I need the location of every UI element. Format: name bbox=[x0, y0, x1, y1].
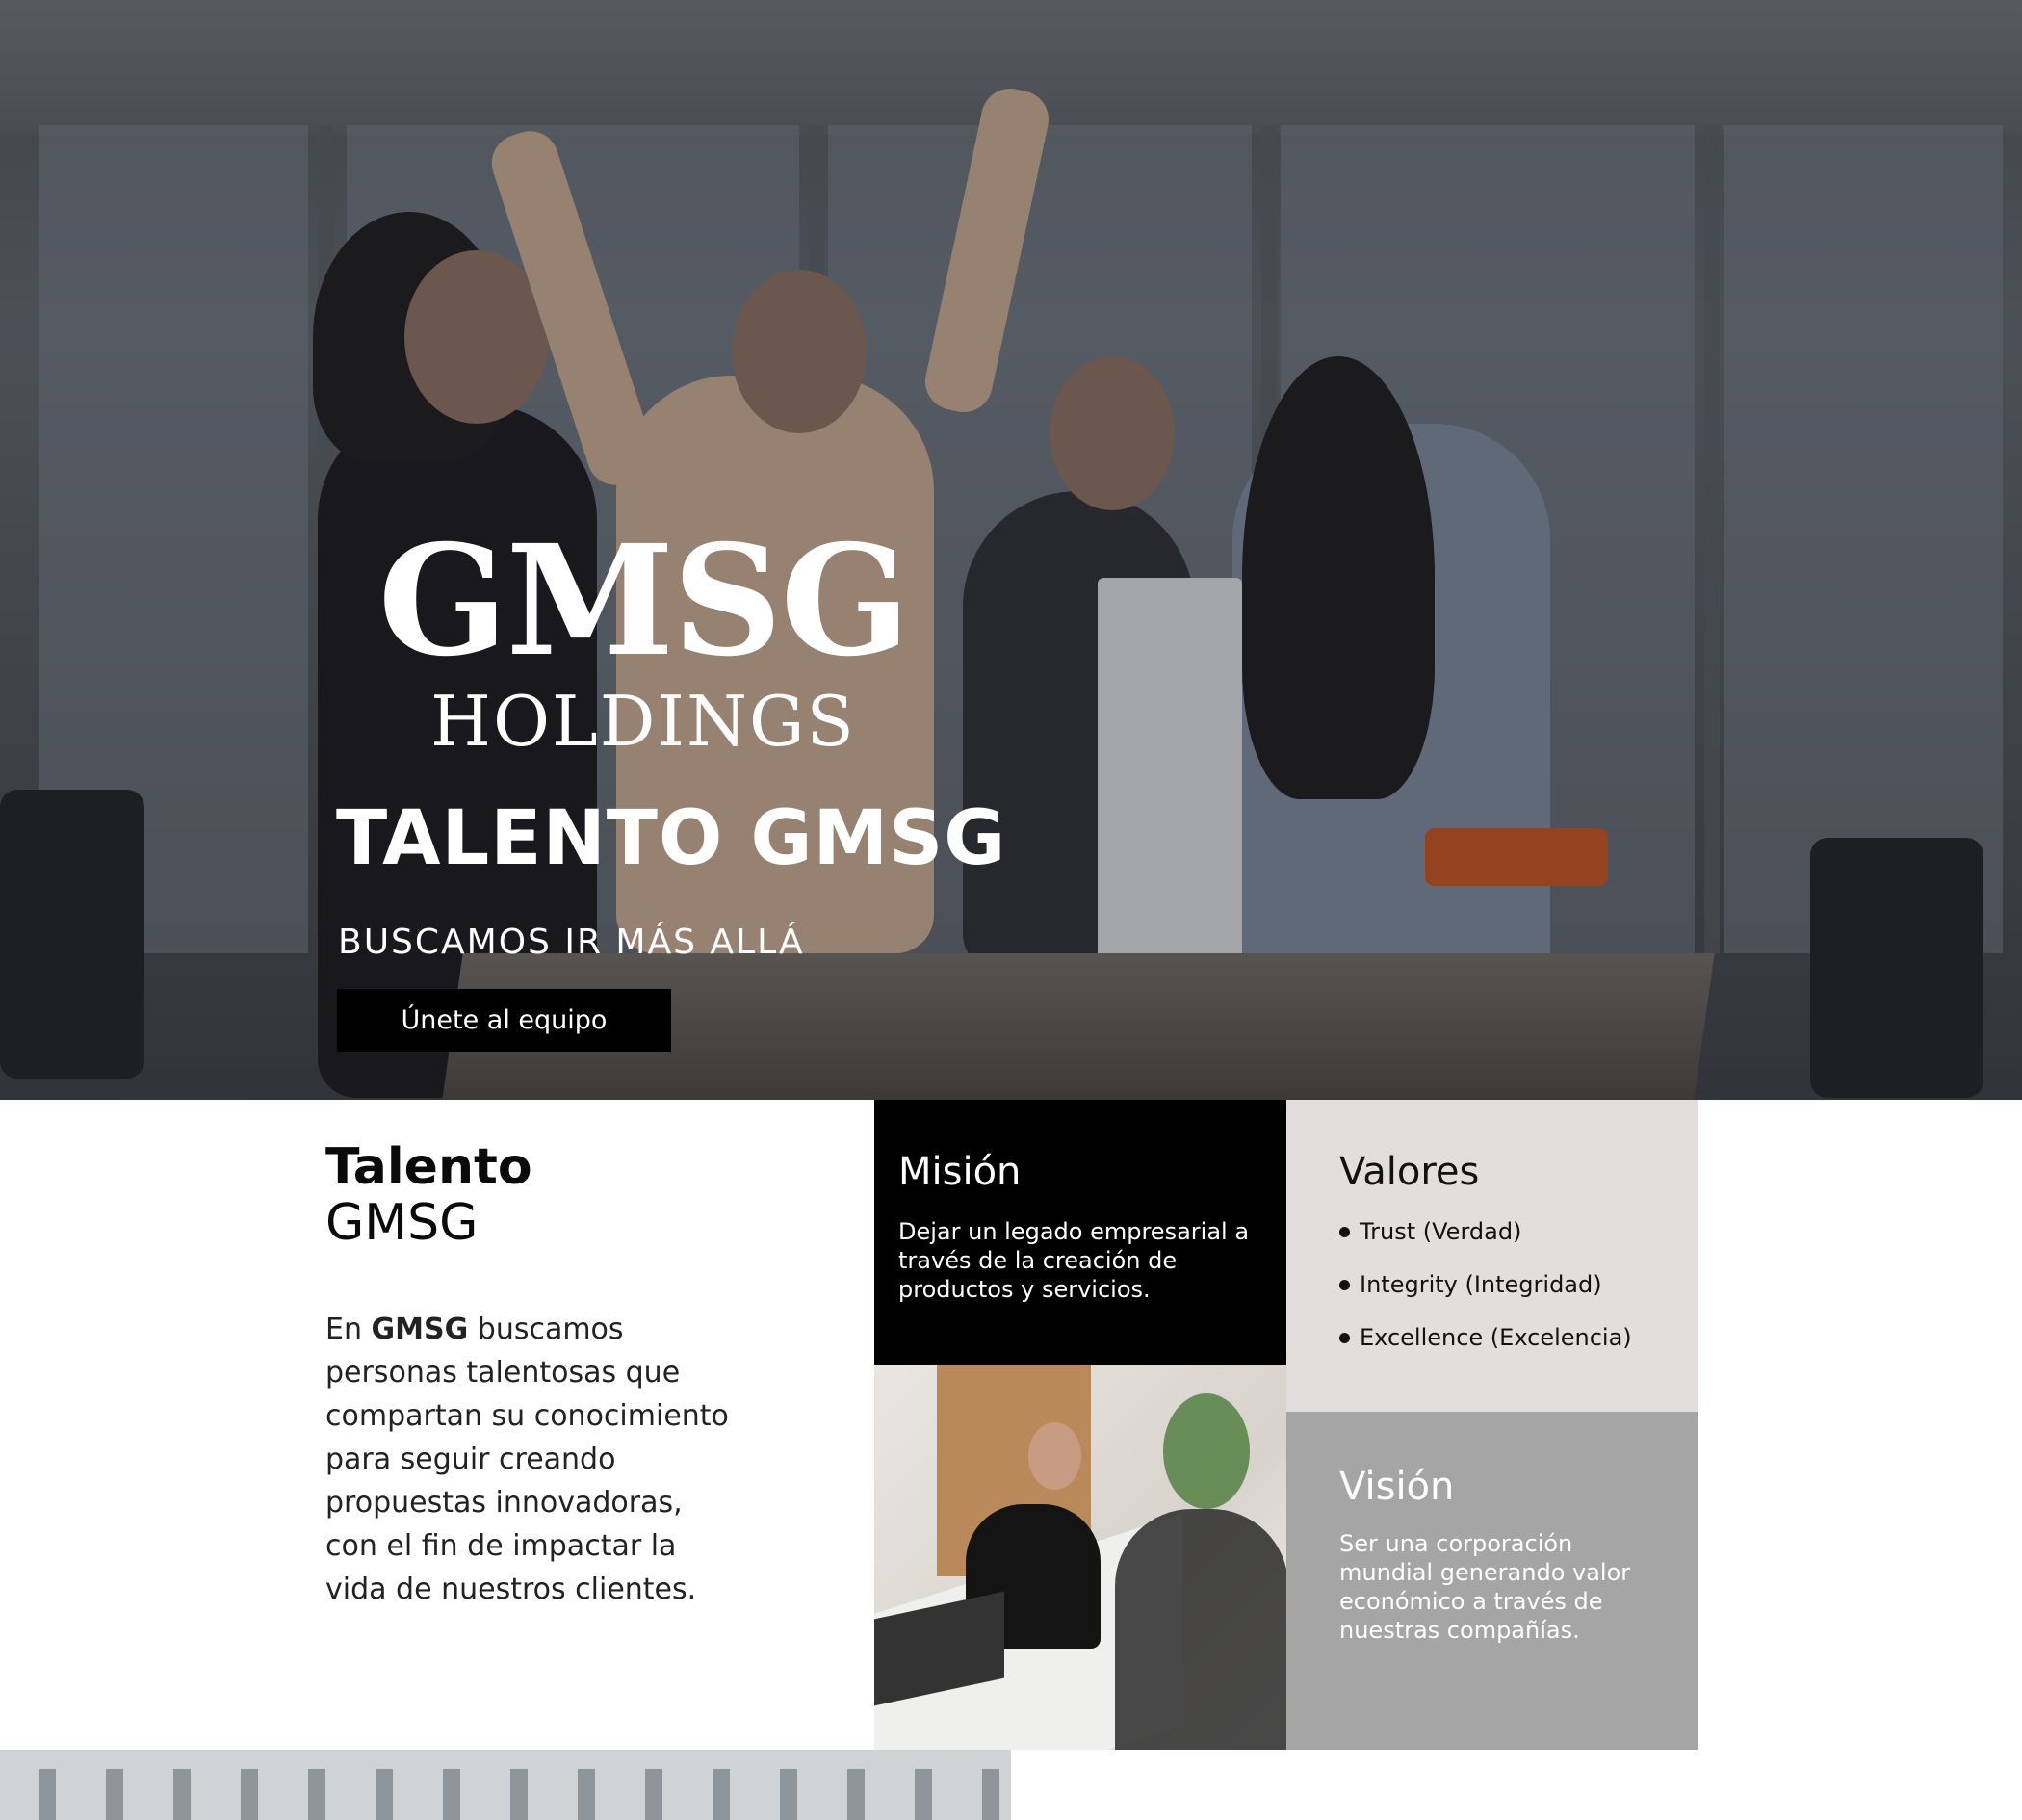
hero-banner: GMSG HOLDINGS TALENTO GMSG BUSCAMOS IR M… bbox=[0, 0, 2022, 1100]
gmsg-holdings-logo: GMSG HOLDINGS bbox=[335, 512, 951, 762]
window-stripe bbox=[645, 1769, 662, 1820]
photo-foreground-person bbox=[1115, 1509, 1286, 1750]
bullet-icon bbox=[1339, 1280, 1350, 1290]
window-stripe bbox=[982, 1769, 999, 1820]
mision-title: Misión bbox=[898, 1150, 1022, 1194]
window-stripe bbox=[847, 1769, 865, 1820]
talent-text-prefix: En bbox=[325, 1313, 372, 1346]
window-stripe bbox=[510, 1769, 528, 1820]
talent-heading-bold: Talento bbox=[325, 1138, 532, 1196]
hero-overlay bbox=[0, 0, 2022, 1100]
join-team-button[interactable]: Únete al equipo bbox=[337, 989, 671, 1052]
window-stripe bbox=[915, 1769, 932, 1820]
photo-plant bbox=[1163, 1393, 1250, 1509]
mision-text: Dejar un legado empresarial a través de … bbox=[898, 1218, 1250, 1303]
talent-heading-light: GMSG bbox=[325, 1194, 479, 1252]
valores-card: Valores Trust (Verdad) Integrity (Integr… bbox=[1286, 1100, 1698, 1412]
vision-text: Ser una corporación mundial generando va… bbox=[1339, 1530, 1631, 1644]
next-section-photo bbox=[0, 1750, 1011, 1820]
bullet-icon bbox=[1339, 1333, 1350, 1343]
window-stripe bbox=[443, 1769, 460, 1820]
talent-heading: Talento GMSG bbox=[325, 1139, 532, 1251]
bullet-icon bbox=[1339, 1227, 1350, 1237]
vision-card: Visión Ser una corporación mundial gener… bbox=[1286, 1412, 1698, 1750]
talent-text-bold: GMSG bbox=[371, 1313, 469, 1346]
valores-item: Excellence (Excelencia) bbox=[1339, 1323, 1632, 1376]
window-stripe bbox=[106, 1769, 123, 1820]
logo-sub-text: HOLDINGS bbox=[430, 681, 856, 762]
window-stripe bbox=[376, 1769, 393, 1820]
logo-main-text: GMSG bbox=[377, 512, 911, 690]
valores-item-label: Integrity (Integridad) bbox=[1360, 1271, 1602, 1298]
valores-list: Trust (Verdad) Integrity (Integridad) Ex… bbox=[1339, 1217, 1632, 1376]
window-stripe bbox=[780, 1769, 797, 1820]
talent-description: En GMSG buscamos personas talentosas que… bbox=[325, 1308, 730, 1611]
valores-item: Integrity (Integridad) bbox=[1339, 1270, 1632, 1323]
valores-item-label: Trust (Verdad) bbox=[1360, 1218, 1522, 1245]
valores-title: Valores bbox=[1339, 1150, 1480, 1194]
hero-title: TALENTO GMSG bbox=[336, 795, 1007, 882]
talent-text-rest: buscamos personas talentosas que compart… bbox=[325, 1313, 729, 1606]
office-photo bbox=[874, 1365, 1286, 1750]
valores-item: Trust (Verdad) bbox=[1339, 1217, 1632, 1270]
valores-item-label: Excellence (Excelencia) bbox=[1360, 1324, 1632, 1351]
window-stripe bbox=[713, 1769, 730, 1820]
photo-person-face bbox=[1028, 1422, 1081, 1490]
window-stripe bbox=[241, 1769, 258, 1820]
mision-card: Misión Dejar un legado empresarial a tra… bbox=[874, 1100, 1286, 1365]
window-stripe bbox=[578, 1769, 595, 1820]
window-stripe bbox=[173, 1769, 191, 1820]
window-stripe bbox=[308, 1769, 325, 1820]
window-stripe bbox=[39, 1769, 56, 1820]
hero-subtitle: BUSCAMOS IR MÁS ALLÁ bbox=[338, 923, 805, 962]
vision-title: Visión bbox=[1339, 1465, 1455, 1509]
